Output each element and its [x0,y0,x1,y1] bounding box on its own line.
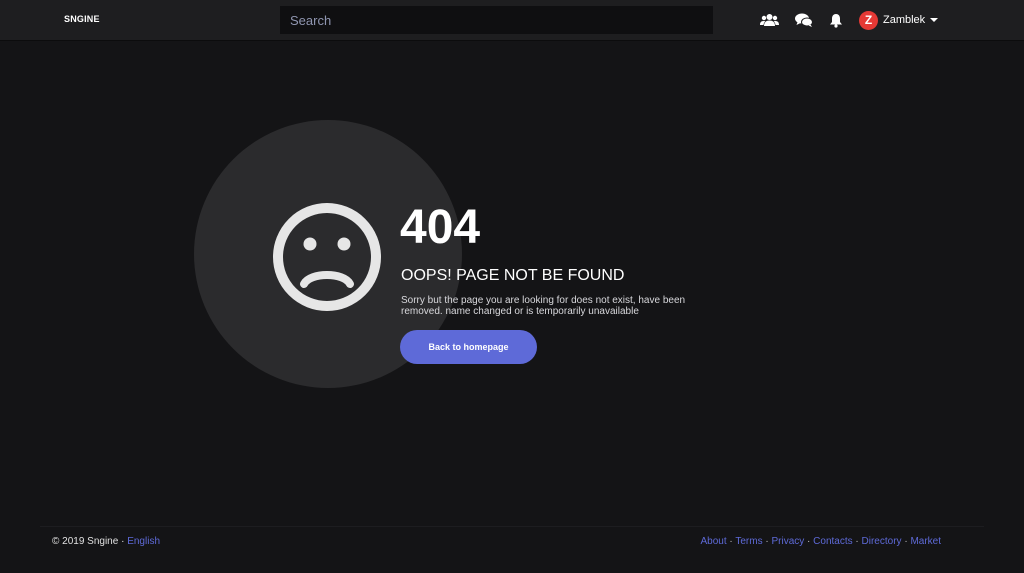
search-input[interactable] [280,6,713,34]
footer-links: About · Terms · Privacy · Contacts · Dir… [701,536,942,547]
friends-button[interactable] [759,11,779,29]
copyright-text: © 2019 Sngine · [52,536,128,547]
footer-link-directory[interactable]: Directory [862,536,902,547]
footer-link-terms[interactable]: Terms [735,536,762,547]
back-to-homepage-button[interactable]: Back to homepage [400,330,537,364]
notifications-button[interactable] [826,11,846,29]
footer-link-about[interactable]: About [701,536,727,547]
separator: · [804,536,814,547]
sad-face-icon [273,203,381,311]
site-logo[interactable]: SNGINE [64,14,100,24]
error-title: OOPS! PAGE NOT BE FOUND [401,267,625,284]
avatar: Z [859,10,878,30]
error-description: Sorry but the page you are looking for d… [401,295,686,317]
footer-link-contacts[interactable]: Contacts [813,536,852,547]
caret-down-icon [930,18,939,22]
footer-link-privacy[interactable]: Privacy [771,536,804,547]
language-link[interactable]: English [127,536,160,547]
footer-copyright: © 2019 Sngine · English [52,536,160,547]
top-navbar: SNGINE Z Zamblek [0,0,1024,40]
user-menu[interactable]: Z Zamblek [859,10,939,30]
bell-icon [830,13,842,28]
chat-icon [795,13,813,27]
users-icon [759,14,779,26]
username: Zamblek [883,14,926,26]
footer-divider [40,526,984,527]
footer-link-market[interactable]: Market [910,536,941,547]
error-code: 404 [400,201,481,254]
messages-button[interactable] [794,11,814,29]
separator: · [852,536,862,547]
